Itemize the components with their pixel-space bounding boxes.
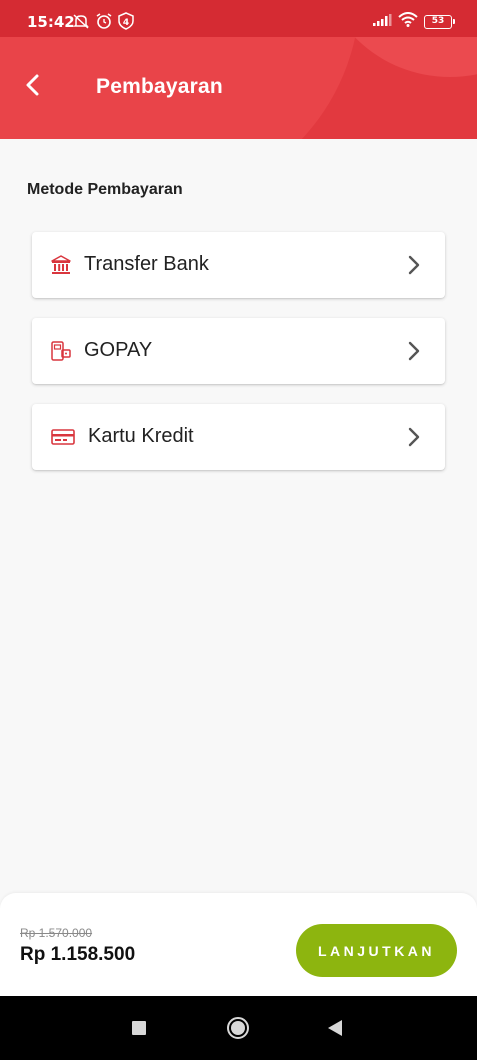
- total-price: Rp 1.158.500: [20, 944, 136, 965]
- shield-icon: 4: [118, 12, 134, 30]
- svg-text:4: 4: [123, 18, 129, 28]
- signal-icon: [372, 13, 392, 32]
- recent-apps-icon[interactable]: [131, 1020, 147, 1041]
- wallet-icon: [50, 340, 72, 362]
- payment-method-transfer-bank[interactable]: Transfer Bank: [32, 232, 445, 298]
- original-price: Rp 1.570.000: [20, 926, 93, 940]
- back-icon[interactable]: [326, 1019, 344, 1042]
- back-button[interactable]: [16, 71, 48, 103]
- payment-method-label: Kartu Kredit: [88, 425, 194, 447]
- credit-card-icon: [50, 426, 76, 448]
- wifi-icon: [398, 12, 418, 32]
- status-icons-left: 4: [72, 12, 134, 30]
- battery-icon: 53: [424, 15, 455, 29]
- system-nav-bar: [0, 996, 477, 1060]
- chevron-right-icon: [407, 426, 421, 448]
- status-icons-right: 53: [372, 12, 455, 32]
- chevron-right-icon: [407, 254, 421, 276]
- chevron-left-icon: [24, 73, 40, 102]
- section-title: Metode Pembayaran: [27, 181, 183, 198]
- payment-method-kartu-kredit[interactable]: Kartu Kredit: [32, 404, 445, 470]
- payment-method-label: Transfer Bank: [84, 253, 209, 275]
- page-title: Pembayaran: [96, 75, 223, 98]
- payment-method-label: GOPAY: [84, 339, 153, 361]
- payment-method-gopay[interactable]: GOPAY: [32, 318, 445, 384]
- alarm-icon: [95, 12, 113, 30]
- status-time: 15:42: [27, 13, 75, 31]
- bank-icon: [50, 254, 72, 276]
- status-bar: 15:42 4 53: [0, 0, 477, 37]
- app-header: Pembayaran: [0, 37, 477, 139]
- screen: 15:42 4 53 Pembayaran Metode Pembayaran …: [0, 0, 477, 1060]
- chevron-right-icon: [407, 340, 421, 362]
- checkout-footer: Rp 1.570.000 Rp 1.158.500 LANJUTKAN: [0, 893, 477, 996]
- continue-button[interactable]: LANJUTKAN: [296, 924, 457, 977]
- notifications-off-icon: [72, 12, 90, 30]
- home-icon[interactable]: [226, 1016, 250, 1045]
